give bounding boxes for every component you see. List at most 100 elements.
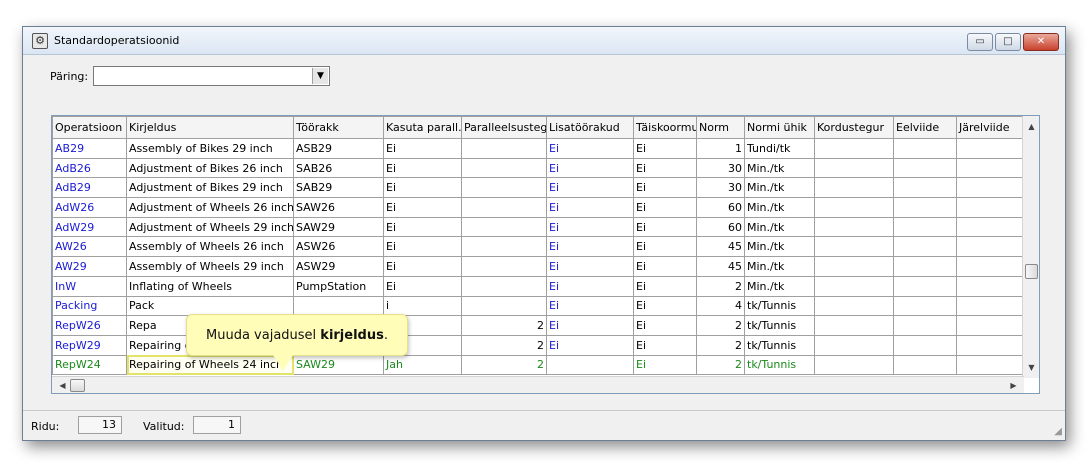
- parallel-degree-cell[interactable]: 2: [461, 334, 547, 356]
- multiplier-cell[interactable]: [814, 295, 894, 317]
- horizontal-scroll-thumb[interactable]: [70, 379, 85, 392]
- norm-unit-cell[interactable]: Tundi/tk: [744, 138, 815, 159]
- use-parallel-cell[interactable]: Ei: [383, 236, 462, 258]
- norm-cell[interactable]: 1: [696, 138, 745, 159]
- table-row[interactable]: AW29 Assembly of Wheels 29 inch ASW29 Ei…: [52, 256, 1024, 277]
- post-time-cell[interactable]: [956, 197, 1024, 218]
- pre-time-cell[interactable]: [893, 138, 957, 159]
- description-cell[interactable]: Inflating of Wheels: [126, 275, 294, 297]
- description-cell[interactable]: Adjustment of Bikes 29 inch: [126, 177, 294, 199]
- pre-time-cell[interactable]: [893, 177, 957, 199]
- table-row[interactable]: AdW26 Adjustment of Wheels 26 inch SAW26…: [52, 197, 1024, 218]
- pre-time-cell[interactable]: [893, 315, 957, 336]
- table-row[interactable]: AdB29 Adjustment of Bikes 29 inch SAB29 …: [52, 177, 1024, 199]
- new-table-row[interactable]: RepW24 Repairing of Wheels 24 inch SAW29…: [52, 354, 1024, 376]
- multiplier-cell[interactable]: [814, 138, 894, 159]
- operation-code-cell[interactable]: AW29: [52, 256, 127, 277]
- norm-unit-cell[interactable]: Min./tk: [744, 256, 815, 277]
- close-button[interactable]: ✕: [1023, 33, 1059, 51]
- extra-cells-cell[interactable]: Ei: [546, 138, 634, 159]
- norm-unit-cell[interactable]: Min./tk: [744, 157, 815, 179]
- full-load-cell[interactable]: Ei: [633, 197, 697, 218]
- full-load-cell[interactable]: Ei: [633, 216, 697, 238]
- extra-cells-cell[interactable]: Ei: [546, 256, 634, 277]
- parallel-degree-cell[interactable]: [461, 197, 547, 218]
- norm-unit-cell[interactable]: tk/Tunnis: [744, 295, 815, 317]
- norm-cell[interactable]: 60: [696, 197, 745, 218]
- operation-code-cell[interactable]: AdB26: [52, 157, 127, 179]
- use-parallel-cell[interactable]: Ei: [383, 138, 462, 159]
- horizontal-scrollbar[interactable]: ◀ ▶: [52, 376, 1024, 393]
- extra-cells-cell[interactable]: Ei: [546, 275, 634, 297]
- column-header[interactable]: Täiskoormus: [633, 116, 697, 139]
- description-cell-editing[interactable]: Repairing of Wheels 24 inch: [126, 354, 294, 376]
- resize-grip-icon[interactable]: ◢: [1054, 426, 1062, 437]
- table-row[interactable]: AdB26 Adjustment of Bikes 26 inch SAB26 …: [52, 157, 1024, 179]
- operation-code-cell[interactable]: Packing: [52, 295, 127, 317]
- multiplier-cell[interactable]: [814, 236, 894, 258]
- parallel-degree-cell[interactable]: 2: [461, 354, 547, 376]
- column-header[interactable]: Normi ühik: [744, 116, 815, 139]
- parallel-degree-cell[interactable]: 2: [461, 315, 547, 336]
- parallel-degree-cell[interactable]: [461, 157, 547, 179]
- column-header[interactable]: Töörakk: [293, 116, 384, 139]
- use-parallel-cell[interactable]: Ei: [383, 177, 462, 199]
- operation-code-cell[interactable]: AB29: [52, 138, 127, 159]
- extra-cells-cell[interactable]: Ei: [546, 177, 634, 199]
- extra-cells-cell[interactable]: [546, 354, 634, 376]
- table-row[interactable]: AB29 Assembly of Bikes 29 inch ASB29 Ei …: [52, 138, 1024, 159]
- scroll-left-icon[interactable]: ◀: [54, 377, 71, 393]
- extra-cells-cell[interactable]: Ei: [546, 236, 634, 258]
- pre-time-cell[interactable]: [893, 334, 957, 356]
- multiplier-cell[interactable]: [814, 256, 894, 277]
- work-cell-cell[interactable]: SAW29: [293, 216, 384, 238]
- title-bar[interactable]: ⚙ Standardoperatsioonid ▭ □ ✕: [23, 27, 1065, 55]
- table-row[interactable]: Packing Pack i Ei Ei 4 tk/Tunnis: [52, 295, 1024, 317]
- pre-time-cell[interactable]: [893, 354, 957, 376]
- norm-unit-cell[interactable]: Min./tk: [744, 236, 815, 258]
- norm-unit-cell[interactable]: Min./tk: [744, 216, 815, 238]
- full-load-cell[interactable]: Ei: [633, 295, 697, 317]
- extra-cells-cell[interactable]: Ei: [546, 315, 634, 336]
- column-header[interactable]: Paralleelsusteg: [461, 116, 547, 139]
- use-parallel-cell[interactable]: Ei: [383, 157, 462, 179]
- post-time-cell[interactable]: [956, 216, 1024, 238]
- description-cell[interactable]: Adjustment of Wheels 29 inch: [126, 216, 294, 238]
- norm-cell[interactable]: 2: [696, 334, 745, 356]
- multiplier-cell[interactable]: [814, 275, 894, 297]
- norm-cell[interactable]: 30: [696, 157, 745, 179]
- full-load-cell[interactable]: Ei: [633, 177, 697, 199]
- parallel-degree-cell[interactable]: [461, 275, 547, 297]
- operation-code-cell[interactable]: AdW29: [52, 216, 127, 238]
- work-cell-cell[interactable]: ASW29: [293, 256, 384, 277]
- norm-cell[interactable]: 4: [696, 295, 745, 317]
- table-row[interactable]: AW26 Assembly of Wheels 26 inch ASW26 Ei…: [52, 236, 1024, 258]
- description-cell[interactable]: Assembly of Bikes 29 inch: [126, 138, 294, 159]
- chevron-down-icon[interactable]: ▼: [312, 68, 328, 84]
- norm-unit-cell[interactable]: Min./tk: [744, 177, 815, 199]
- maximize-button[interactable]: □: [995, 33, 1021, 51]
- scroll-right-icon[interactable]: ▶: [1005, 377, 1022, 393]
- use-parallel-cell[interactable]: Ei: [383, 275, 462, 297]
- multiplier-cell[interactable]: [814, 197, 894, 218]
- multiplier-cell[interactable]: [814, 216, 894, 238]
- pre-time-cell[interactable]: [893, 256, 957, 277]
- norm-unit-cell[interactable]: tk/Tunnis: [744, 354, 815, 376]
- multiplier-cell[interactable]: [814, 315, 894, 336]
- parallel-degree-cell[interactable]: [461, 236, 547, 258]
- full-load-cell[interactable]: Ei: [633, 334, 697, 356]
- minimize-button[interactable]: ▭: [967, 33, 993, 51]
- use-parallel-cell[interactable]: Jah: [383, 354, 462, 376]
- norm-cell[interactable]: 2: [696, 354, 745, 376]
- operation-code-cell[interactable]: RepW26: [52, 315, 127, 336]
- description-cell[interactable]: Pack: [126, 295, 294, 317]
- column-header[interactable]: Kordustegur: [814, 116, 894, 139]
- operation-code-cell[interactable]: AdB29: [52, 177, 127, 199]
- use-parallel-cell[interactable]: Ei: [383, 197, 462, 218]
- operation-code-cell[interactable]: RepW24: [52, 354, 127, 376]
- norm-cell[interactable]: 2: [696, 275, 745, 297]
- parallel-degree-cell[interactable]: [461, 216, 547, 238]
- table-row[interactable]: AdW29 Adjustment of Wheels 29 inch SAW29…: [52, 216, 1024, 238]
- operation-code-cell[interactable]: AW26: [52, 236, 127, 258]
- norm-cell[interactable]: 30: [696, 177, 745, 199]
